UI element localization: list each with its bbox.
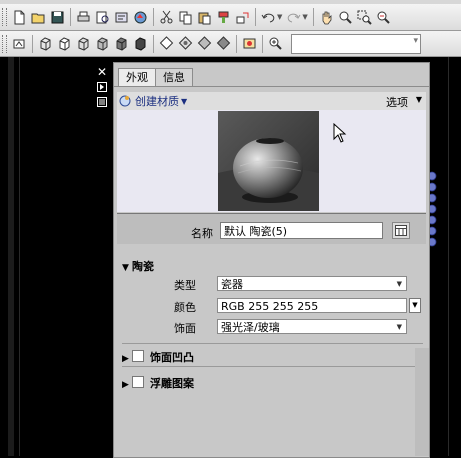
toolbar-separator xyxy=(262,34,263,53)
mouse-pointer-icon xyxy=(333,123,347,143)
section-finish-bumps-title: 饰面凹凸 xyxy=(150,351,194,364)
tab-information[interactable]: 信息 xyxy=(155,68,193,86)
type-dropdown[interactable]: 瓷器 ▼ xyxy=(217,276,407,291)
properties-menu-icon[interactable] xyxy=(96,96,108,108)
realistic-icon[interactable] xyxy=(76,36,91,51)
autohide-icon[interactable] xyxy=(96,81,108,93)
create-material-icon xyxy=(119,95,131,107)
type-label: 类型 xyxy=(174,279,196,292)
collapsed-caret-icon: ▶ xyxy=(122,380,129,390)
x-ray-icon[interactable] xyxy=(133,36,148,51)
paste-icon[interactable] xyxy=(197,10,212,25)
new-file-icon[interactable] xyxy=(12,10,27,25)
tab-appearance[interactable]: 外观 xyxy=(118,68,156,87)
tab-strip: 外观 信息 xyxy=(118,68,193,87)
divider-line xyxy=(448,57,449,456)
divider xyxy=(122,343,423,344)
close-icon[interactable]: ✕ xyxy=(96,65,108,79)
undo-icon[interactable] xyxy=(261,10,276,25)
palette-side-buttons: ✕ xyxy=(96,65,110,111)
expanded-caret-icon: ▼ xyxy=(122,263,129,273)
redo-dropdown-icon[interactable]: ▼ xyxy=(302,13,307,21)
material-sphere-icon[interactable] xyxy=(178,36,193,51)
toolbar-separator xyxy=(255,8,256,26)
panel-scrollbar[interactable] xyxy=(415,348,429,456)
create-material-button[interactable]: 创建材质 ▼ xyxy=(119,93,187,109)
faces-icon[interactable] xyxy=(216,36,231,51)
block-editor-icon[interactable] xyxy=(235,10,250,25)
cut-icon[interactable] xyxy=(159,10,174,25)
finish-bumps-checkbox[interactable] xyxy=(132,350,144,362)
options-menu[interactable]: 选项 xyxy=(386,94,408,110)
open-folder-icon[interactable] xyxy=(31,10,46,25)
browser-grid-icon xyxy=(395,225,407,236)
color-options-button[interactable]: ▼ xyxy=(409,298,421,313)
redo-icon[interactable] xyxy=(286,10,301,25)
wireframe-icon[interactable] xyxy=(38,36,53,51)
finish-dropdown[interactable]: 强光泽/玻璃 ▼ xyxy=(217,319,407,334)
standard-toolbar: ▼ ▼ xyxy=(0,4,461,31)
shaded-icon[interactable] xyxy=(114,36,129,51)
toolbar-separator xyxy=(70,8,71,26)
undo-dropdown-icon[interactable]: ▼ xyxy=(277,13,282,21)
visual-style-2d-icon[interactable] xyxy=(12,36,27,51)
zoom-realtime-icon[interactable] xyxy=(338,10,353,25)
zoom-extents-icon[interactable] xyxy=(268,36,283,51)
finish-value: 强光泽/玻璃 xyxy=(221,321,280,334)
conceptual-icon[interactable] xyxy=(95,36,110,51)
tab-underline xyxy=(114,86,429,87)
toolbar-separator xyxy=(153,8,154,26)
print-preview-icon[interactable] xyxy=(95,10,110,25)
section-finish-bumps-header[interactable]: ▶ 饰面凹凸 xyxy=(122,349,194,365)
edges-icon[interactable] xyxy=(197,36,212,51)
hidden-icon[interactable] xyxy=(57,36,72,51)
collapsed-caret-icon: ▶ xyxy=(122,354,129,364)
pan-hand-icon[interactable] xyxy=(319,10,334,25)
chevron-down-icon: ▼ xyxy=(396,280,402,288)
toolbar-separator xyxy=(153,34,154,53)
section-ceramic-header[interactable]: ▼ 陶瓷 xyxy=(122,258,154,274)
type-value: 瓷器 xyxy=(221,278,243,291)
create-material-label: 创建材质 xyxy=(135,95,179,108)
materials-editor-palette: 外观 信息 创建材质 ▼ 选项 ▼ 名称 默认 陶瓷(5) ▼ 陶瓷 类型 瓷器… xyxy=(113,62,430,458)
print-icon[interactable] xyxy=(76,10,91,25)
section-ceramic-title: 陶瓷 xyxy=(132,260,154,273)
match-properties-icon[interactable] xyxy=(216,10,231,25)
section-relief-title: 浮雕图案 xyxy=(150,377,194,390)
toolbar-separator xyxy=(236,34,237,53)
toolbar-grip[interactable] xyxy=(2,8,7,26)
options-chevron-down-icon[interactable]: ▼ xyxy=(416,95,422,104)
save-icon[interactable] xyxy=(50,10,65,25)
left-dock-strip xyxy=(8,57,14,456)
publish-icon[interactable] xyxy=(114,10,129,25)
name-label: 名称 xyxy=(191,227,213,240)
divider-line xyxy=(19,57,20,456)
render-crop-icon[interactable] xyxy=(242,36,257,51)
material-preview-swatch[interactable] xyxy=(218,111,319,211)
material-browser-button[interactable] xyxy=(392,222,410,239)
section-relief-header[interactable]: ▶ 浮雕图案 xyxy=(122,375,194,391)
render-icon[interactable] xyxy=(133,10,148,25)
divider xyxy=(122,366,423,367)
material-name-field[interactable]: 默认 陶瓷(5) xyxy=(220,222,383,239)
toolbar-grip[interactable] xyxy=(2,34,7,53)
copy-icon[interactable] xyxy=(178,10,193,25)
toolbar-separator xyxy=(312,8,314,26)
toolbar-dropdown[interactable] xyxy=(291,33,421,54)
zoom-window-icon[interactable] xyxy=(357,10,372,25)
create-material-bar: 创建材质 ▼ 选项 ▼ xyxy=(117,92,426,110)
relief-checkbox[interactable] xyxy=(132,376,144,388)
color-label: 颜色 xyxy=(174,301,196,314)
color-field[interactable]: RGB 255 255 255 xyxy=(217,298,407,313)
name-row: 名称 默认 陶瓷(5) xyxy=(117,214,426,244)
shade-gouraud-icon[interactable] xyxy=(159,36,174,51)
color-value: RGB 255 255 255 xyxy=(221,300,319,313)
chevron-down-icon: ▼ xyxy=(181,96,188,106)
chevron-down-icon: ▼ xyxy=(396,323,402,331)
visual-styles-toolbar xyxy=(0,31,461,57)
toolbar-separator xyxy=(32,34,33,53)
finish-label: 饰面 xyxy=(174,322,196,335)
zoom-previous-icon[interactable] xyxy=(376,10,391,25)
